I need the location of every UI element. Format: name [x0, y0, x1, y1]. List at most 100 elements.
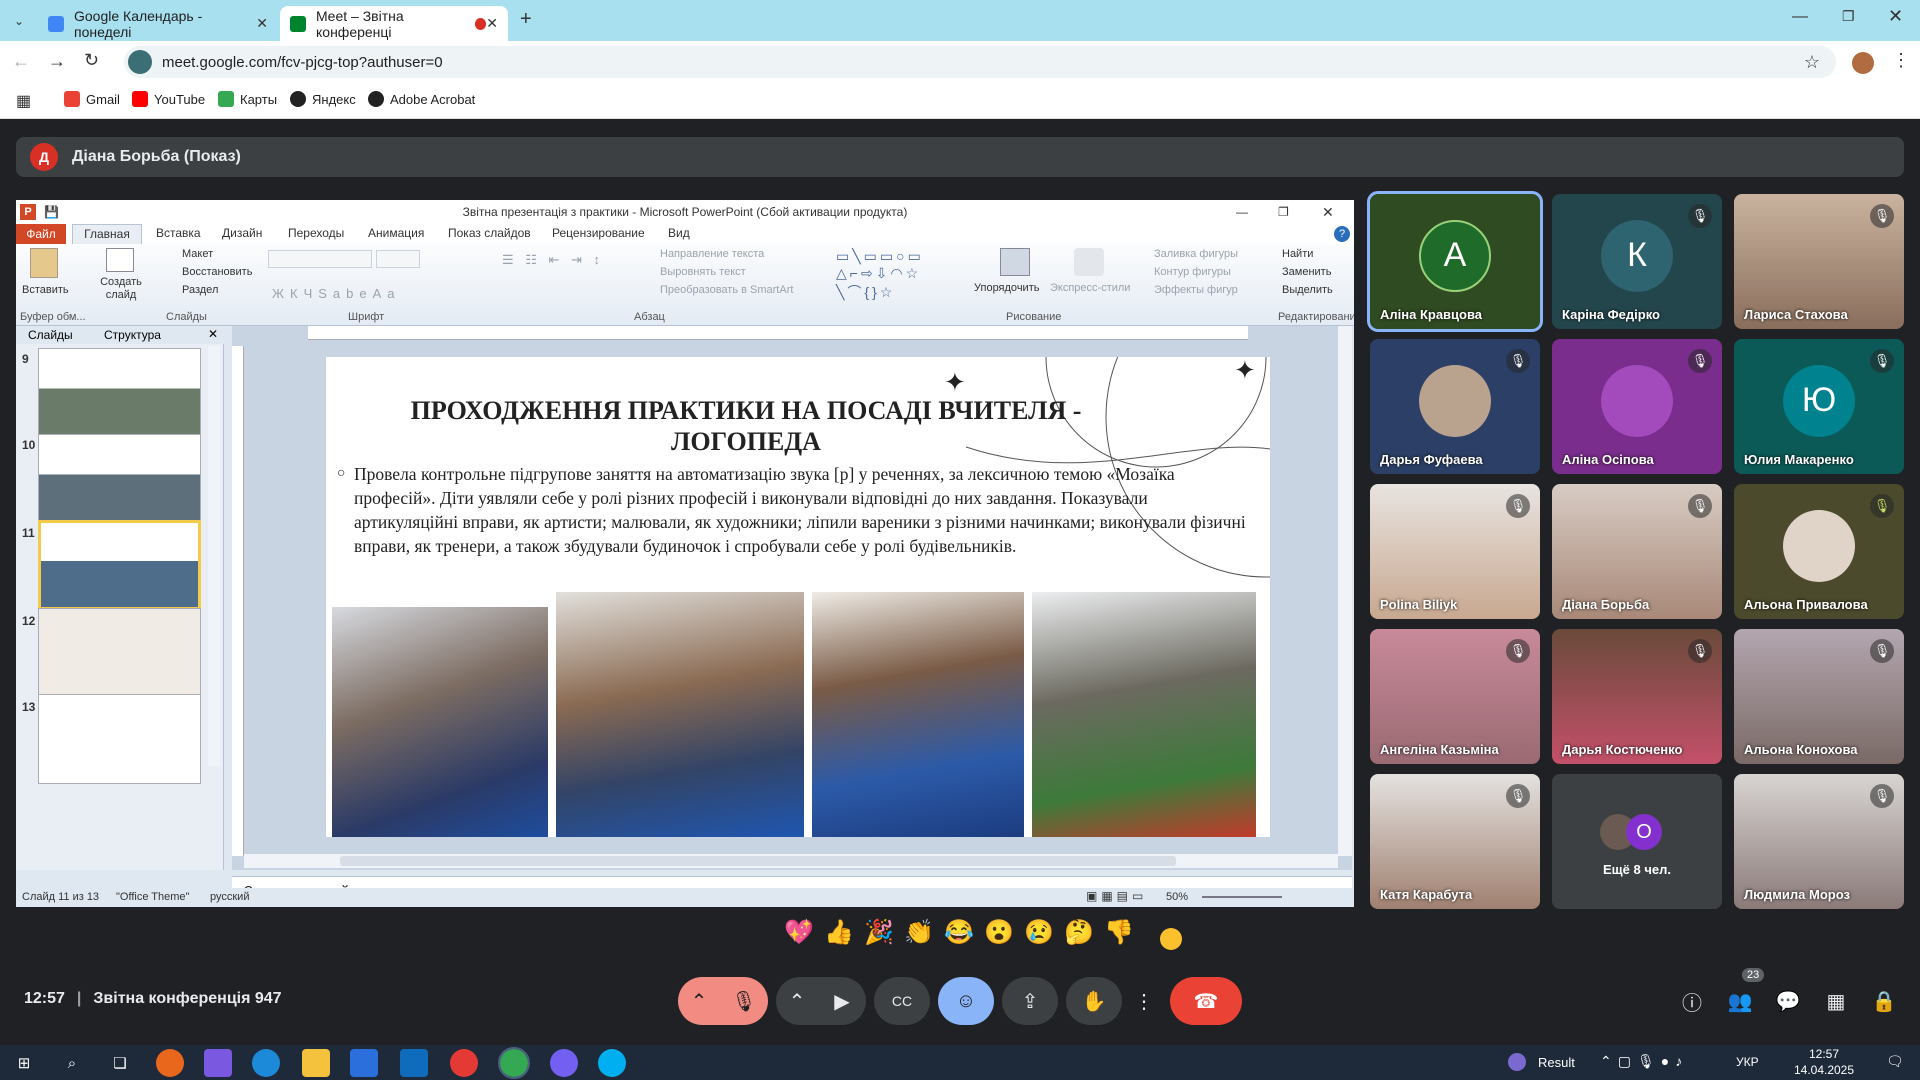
bookmark-gmail[interactable]: Gmail [64, 91, 120, 107]
find-button[interactable]: Найти [1282, 248, 1313, 260]
slide-thumb-10[interactable] [38, 434, 201, 524]
shape-fill-button[interactable]: Заливка фигуры [1154, 248, 1238, 260]
search-icon[interactable]: ⌕ [58, 1049, 86, 1077]
status-language[interactable]: русский [210, 891, 249, 903]
participant-tile[interactable]: 🎙 Ангеліна Казьміна [1370, 629, 1540, 764]
minimize-button[interactable]: — [1792, 8, 1808, 26]
horizontal-scrollbar[interactable] [244, 854, 1338, 868]
address-bar[interactable]: meet.google.com/fcv-pjcg-top?authuser=0 … [124, 46, 1836, 78]
quick-styles-icon[interactable] [1074, 248, 1104, 276]
captions-button[interactable]: CC [874, 977, 930, 1025]
host-controls-icon[interactable]: 🔒 [1868, 985, 1900, 1017]
slide-thumb-12[interactable] [38, 608, 201, 698]
zoom-slider[interactable] [1202, 896, 1282, 898]
info-icon[interactable]: ⓘ [1676, 985, 1708, 1017]
result-label[interactable]: Result [1538, 1055, 1575, 1070]
store-icon[interactable] [350, 1049, 378, 1077]
yandex-browser-icon[interactable] [450, 1049, 478, 1077]
edge-icon[interactable] [252, 1049, 280, 1077]
viber-icon[interactable] [550, 1049, 578, 1077]
tab-view[interactable]: Вид [668, 226, 690, 240]
reaction-laugh[interactable]: 😂 [944, 918, 974, 948]
participant-tile[interactable]: 🎙 Аліна Осіпова [1552, 339, 1722, 474]
quick-styles-button[interactable]: Экспресс-стили [1050, 282, 1130, 294]
back-button[interactable]: ← [12, 51, 30, 72]
pane-tab-outline[interactable]: Структура [104, 328, 161, 342]
clock-time[interactable]: 12:57 [1784, 1047, 1864, 1061]
file-explorer-icon[interactable] [302, 1049, 330, 1077]
reaction-sad[interactable]: 😢 [1024, 918, 1054, 948]
bookmark-youtube[interactable]: YouTube [132, 91, 205, 107]
profile-avatar[interactable] [1852, 52, 1874, 74]
close-window-button[interactable]: ✕ [1888, 6, 1903, 27]
apps-grid-icon[interactable]: ▦ [16, 91, 31, 111]
restore-button[interactable]: ❐ [1842, 8, 1855, 25]
raise-hand-button[interactable]: ✋ [1066, 977, 1122, 1025]
pane-tab-slides[interactable]: Слайды [28, 328, 73, 342]
leave-call-button[interactable]: ☎ [1170, 977, 1242, 1025]
clock-date[interactable]: 14.04.2025 [1784, 1063, 1864, 1077]
mic-toggle-button[interactable]: 🎙 [720, 977, 768, 1025]
tab-google-calendar[interactable]: Google Календарь - понеделі ✕ [38, 6, 278, 41]
arrange-button[interactable]: Упорядочить [974, 282, 1039, 294]
more-options-button[interactable]: ⋮ [1130, 977, 1158, 1025]
reactions-button[interactable]: ☺ [938, 977, 994, 1025]
new-slide-icon[interactable] [106, 248, 134, 272]
participant-tile[interactable]: 🎙 Дарья Фуфаева [1370, 339, 1540, 474]
pane-scrollbar[interactable] [208, 346, 220, 766]
firefox-icon[interactable] [156, 1049, 184, 1077]
participant-tile[interactable]: 🎙 Polina Biliyk [1370, 484, 1540, 619]
slide-thumb-11[interactable] [38, 520, 201, 610]
tab-transitions[interactable]: Переходы [288, 226, 344, 240]
participant-tile[interactable]: 🎙 Альона Конохова [1734, 629, 1904, 764]
help-icon[interactable]: ? [1334, 226, 1350, 242]
zoom-level[interactable]: 50% [1166, 891, 1188, 903]
pane-close-icon[interactable]: ✕ [208, 327, 218, 341]
close-icon[interactable]: ✕ [486, 15, 498, 32]
smartart-button[interactable]: Преобразовать в SmartArt [660, 284, 793, 296]
shape-effects-button[interactable]: Эффекты фигур [1154, 284, 1238, 296]
participant-tile[interactable]: 🎙 Катя Карабута [1370, 774, 1540, 909]
arrange-icon[interactable] [1000, 248, 1030, 276]
site-info-icon[interactable] [128, 50, 152, 74]
copilot-icon[interactable] [204, 1049, 232, 1077]
current-slide[interactable]: ✦ ✦ ПРОХОДЖЕННЯ ПРАКТИКИ НА ПОСАДІ ВЧИТЕ… [326, 357, 1270, 837]
reset-button[interactable]: Восстановить [182, 266, 252, 278]
bookmark-maps[interactable]: Карты [218, 91, 277, 107]
participant-tile[interactable]: 🎙 Діана Борьба [1552, 484, 1722, 619]
shapes-gallery[interactable]: ▭╲▭▭○▭ △⌐⇨⇩◠☆ ╲⌒{}☆ [836, 248, 924, 302]
slide-thumb-9[interactable] [38, 348, 201, 438]
text-direction-button[interactable]: Направление текста [660, 248, 764, 260]
shape-outline-button[interactable]: Контур фигуры [1154, 266, 1231, 278]
reaction-heart[interactable]: 💖 [784, 918, 814, 948]
vertical-scrollbar[interactable] [1338, 326, 1352, 856]
reaction-clap[interactable]: 👏 [904, 918, 934, 948]
reaction-party[interactable]: 🎉 [864, 918, 894, 948]
bookmark-adobe[interactable]: Adobe Acrobat [368, 91, 475, 107]
view-buttons[interactable]: ▣▦▤▭ [1086, 889, 1147, 903]
bookmark-star-icon[interactable]: ☆ [1804, 52, 1820, 73]
ppt-minimize-button[interactable]: — [1236, 200, 1248, 224]
tab-insert[interactable]: Вставка [156, 226, 201, 240]
save-icon[interactable]: 💾 [44, 200, 59, 224]
browser-menu-icon[interactable]: ⋮ [1892, 50, 1910, 71]
tab-slideshow[interactable]: Показ слайдов [448, 226, 531, 240]
participant-tile[interactable]: 🎙 Дарья Костюченко [1552, 629, 1722, 764]
notifications-icon[interactable]: 🗨 [1886, 1053, 1904, 1070]
paste-button[interactable]: Вставить [22, 284, 69, 296]
align-text-button[interactable]: Выровнять текст [660, 266, 746, 278]
tray-icons[interactable]: ⌃▢🎙●♪ [1600, 1053, 1688, 1070]
start-icon[interactable]: ⊞ [10, 1049, 38, 1077]
weather-result-icon[interactable] [1508, 1053, 1526, 1071]
bookmark-yandex[interactable]: Яндекс [290, 91, 356, 107]
keyboard-language[interactable]: УКР [1736, 1055, 1759, 1069]
activities-icon[interactable]: ▦ [1820, 985, 1852, 1017]
font-size-box[interactable] [376, 250, 420, 268]
participant-tile[interactable]: 🎙 Ю Юлия Макаренко [1734, 339, 1904, 474]
font-name-box[interactable] [268, 250, 372, 268]
new-slide-button[interactable]: Создать слайд [96, 276, 146, 302]
reload-button[interactable]: ↻ [84, 50, 99, 71]
section-button[interactable]: Раздел [182, 284, 218, 296]
task-view-icon[interactable]: ❏ [106, 1049, 134, 1077]
participant-tile[interactable]: 🎙 К Каріна Федірко [1552, 194, 1722, 329]
